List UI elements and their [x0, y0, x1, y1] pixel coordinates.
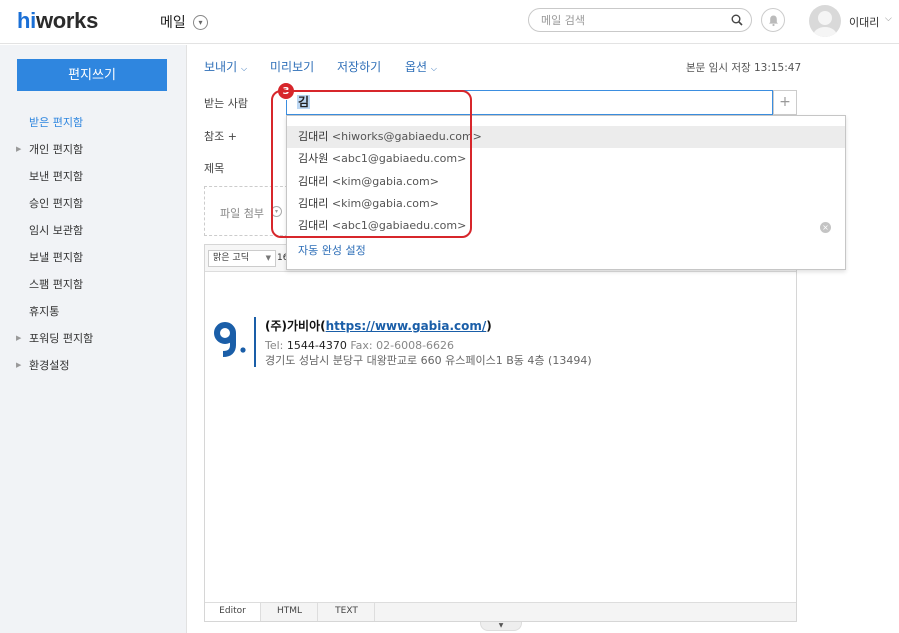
compose-button[interactable]: 편지쓰기	[17, 59, 167, 91]
autocomplete-item[interactable]: 김사원 <abc1@gabiaedu.com>	[287, 148, 845, 170]
attach-label: 파일 첨부	[220, 207, 264, 220]
sidebar-item-label: 승인 편지함	[29, 197, 84, 210]
sidebar-item-label: 보낼 편지함	[29, 251, 84, 264]
sidebar-item-label: 포워딩 편지함	[29, 332, 94, 345]
chevron-down-icon[interactable]: ▾	[271, 206, 282, 217]
font-family-select[interactable]: 맑은 고딕 ▼	[208, 250, 276, 267]
add-recipient-button[interactable]: +	[773, 90, 797, 115]
notification-button[interactable]	[761, 8, 785, 32]
sidebar-item-label: 보낸 편지함	[29, 170, 84, 183]
sidebar-item-label: 임시 보관함	[29, 224, 84, 237]
sidebar-item[interactable]: 보낼 편지함	[0, 244, 187, 271]
preview-button[interactable]: 미리보기	[270, 58, 314, 75]
tab-editor[interactable]: Editor	[205, 603, 261, 621]
chevron-down-icon: ⌵	[430, 64, 437, 73]
signature-divider	[254, 317, 256, 367]
sidebar-item-label: 개인 편지함	[29, 143, 84, 156]
avatar[interactable]	[809, 5, 841, 37]
sidebar-item[interactable]: ▶ 개인 편지함	[0, 136, 187, 163]
sidebar-item[interactable]: 승인 편지함	[0, 190, 187, 217]
autocomplete-item[interactable]: 김대리 <kim@gabia.com>	[287, 193, 845, 215]
chevron-down-icon[interactable]: ⌵	[885, 14, 892, 24]
email-signature: (주)가비아(https://www.gabia.com/) Tel: 1544…	[213, 317, 773, 371]
sidebar-item[interactable]: 받은 편지함	[0, 109, 187, 136]
search-icon[interactable]	[731, 14, 743, 26]
app-header: hiworks 메일 ▾ 이대리 ⌵	[0, 0, 899, 44]
user-icon	[813, 11, 837, 37]
send-button[interactable]: 보내기 ⌵	[204, 58, 247, 75]
mail-editor[interactable]: 맑은 고딕 ▼ 16 (주)가비아(https://www.gabia.com/…	[204, 244, 797, 622]
signature-company: (주)가비아(https://www.gabia.com/)	[265, 319, 492, 333]
options-button[interactable]: 옵션 ⌵	[405, 58, 437, 75]
autocomplete-item[interactable]: 김대리 <hiworks@gabiaedu.com>	[287, 126, 845, 148]
to-typed-text: 김	[297, 95, 311, 109]
mail-search-input[interactable]	[541, 12, 721, 28]
sidebar-item[interactable]: 스팸 편지함	[0, 271, 187, 298]
to-recipient-input[interactable]: 김	[286, 90, 773, 115]
hiworks-logo[interactable]: hiworks	[17, 8, 98, 34]
sidebar-item[interactable]: ▶ 환경설정	[0, 352, 187, 379]
tab-html[interactable]: HTML	[262, 603, 318, 621]
sidebar-item-label: 스팸 편지함	[29, 278, 84, 291]
cc-toggle[interactable]: 참조 +	[204, 128, 237, 144]
signature-url-link[interactable]: https://www.gabia.com/	[326, 319, 487, 333]
autocomplete-dropdown: 김대리 <hiworks@gabiaedu.com> 김사원 <abc1@gab…	[286, 115, 846, 270]
dropdown-arrow-icon: ▼	[265, 254, 271, 262]
autosave-status: 본문 임시 저장 13:15:47	[686, 62, 802, 74]
sidebar-item-label: 받은 편지함	[29, 116, 84, 129]
mailbox-nav: 받은 편지함 ▶ 개인 편지함보낸 편지함승인 편지함임시 보관함보낼 편지함스팸 …	[0, 109, 187, 379]
gabia-logo-icon	[214, 322, 246, 357]
chevron-down-icon[interactable]: ▾	[193, 15, 208, 30]
sidebar-item-label: 환경설정	[29, 359, 70, 372]
sidebar: 편지쓰기 받은 편지함 ▶ 개인 편지함보낸 편지함승인 편지함임시 보관함보낼 편…	[0, 45, 187, 633]
sidebar-item[interactable]: 휴지통	[0, 298, 187, 325]
tab-text[interactable]: TEXT	[319, 603, 375, 621]
bell-icon	[769, 15, 778, 27]
autocomplete-settings-link[interactable]: 자동 완성 설정	[298, 242, 366, 258]
collapse-arrow-icon[interactable]: ▼	[480, 622, 522, 631]
editor-mode-tabs: Editor HTML TEXT	[205, 602, 796, 621]
user-name[interactable]: 이대리	[849, 14, 879, 30]
clear-icon[interactable]: ×	[820, 222, 831, 233]
sidebar-item[interactable]: 보낸 편지함	[0, 163, 187, 190]
save-button[interactable]: 저장하기	[337, 58, 381, 75]
sidebar-item[interactable]: ▶ 포워딩 편지함	[0, 325, 187, 352]
sidebar-item[interactable]: 임시 보관함	[0, 217, 187, 244]
sidebar-item-label: 휴지통	[29, 305, 60, 318]
step-badge: 3	[277, 82, 295, 100]
expand-triangle-icon[interactable]: ▶	[16, 325, 21, 352]
expand-triangle-icon[interactable]: ▶	[16, 352, 21, 379]
autocomplete-item[interactable]: 김대리 <kim@gabia.com>	[287, 171, 845, 193]
signature-contact: Tel: 1544-4370 Fax: 02-6008-6626	[265, 339, 455, 352]
expand-triangle-icon[interactable]: ▶	[16, 136, 21, 163]
to-label: 받는 사람	[204, 97, 248, 110]
file-attach-area[interactable]: 파일 첨부 ▾	[204, 186, 288, 236]
chevron-down-icon: ⌵	[240, 64, 248, 73]
mail-search-box[interactable]	[528, 8, 752, 32]
subject-label: 제목	[204, 162, 225, 175]
signature-address: 경기도 성남시 분당구 대왕판교로 660 유스페이스1 B동 4층 (1349…	[265, 354, 592, 367]
app-title[interactable]: 메일	[160, 12, 186, 32]
autocomplete-item[interactable]: 김대리 <abc1@gabiaedu.com>	[287, 215, 845, 237]
